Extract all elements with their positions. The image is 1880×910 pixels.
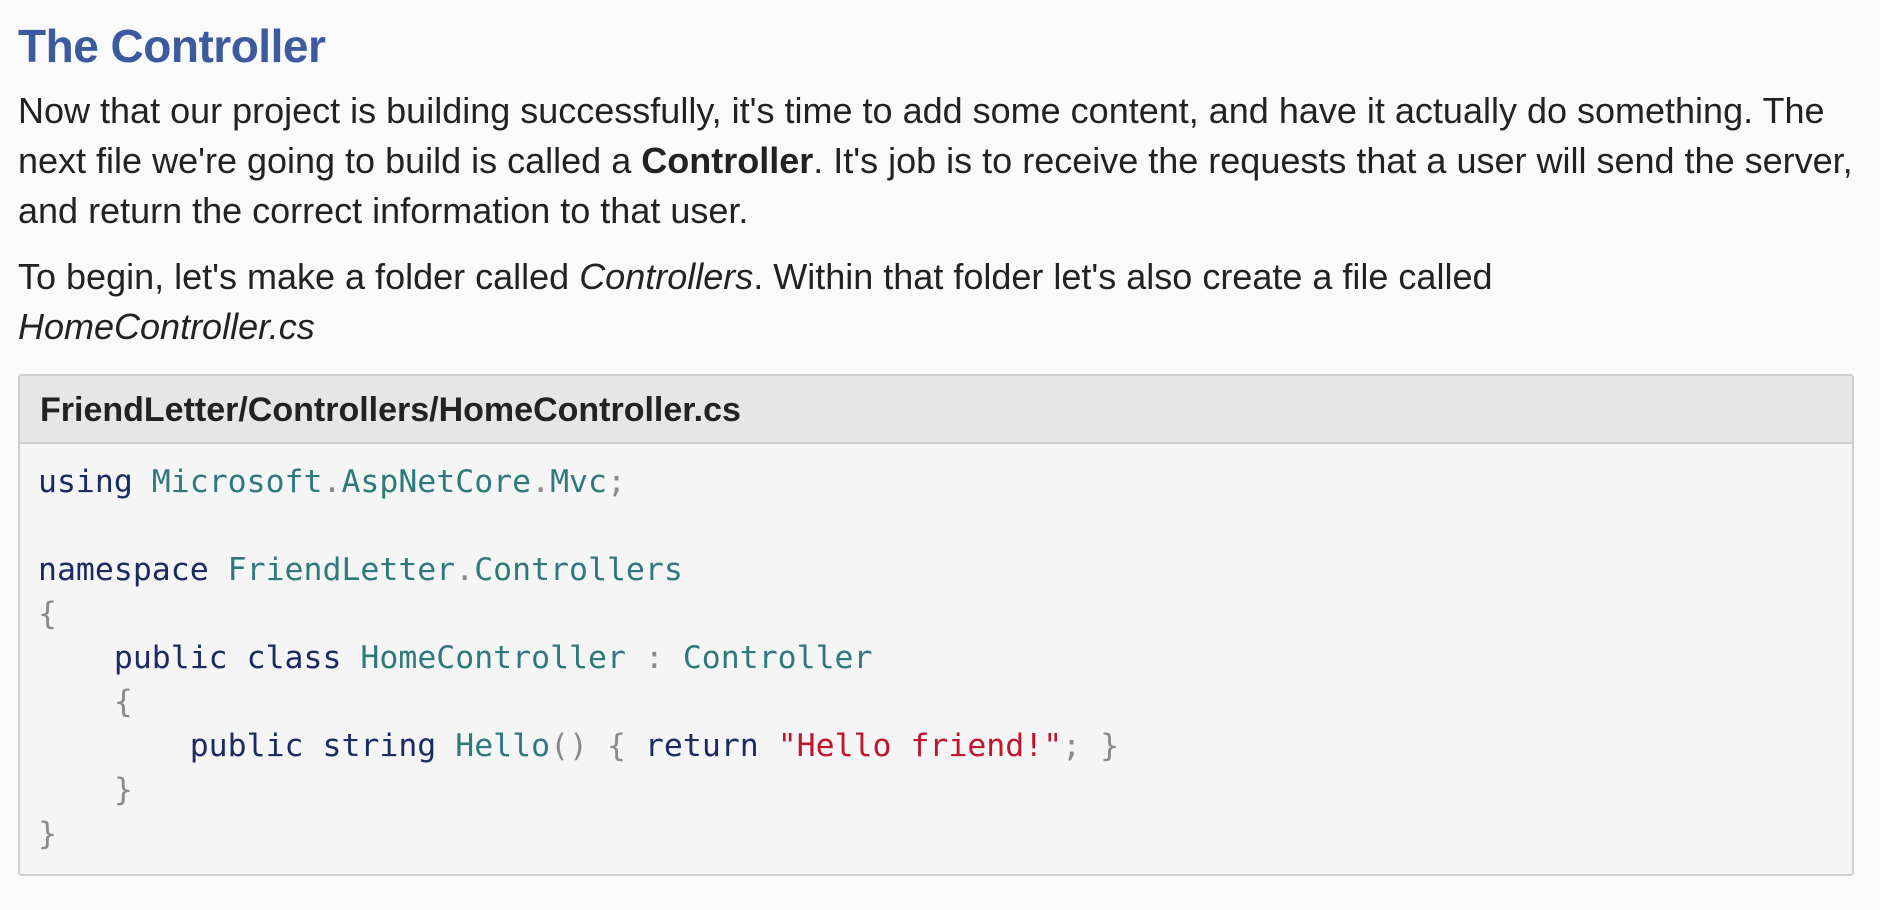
code-block[interactable]: using Microsoft.AspNetCore.Mvc; namespac… bbox=[20, 444, 1852, 856]
code-file-path: FriendLetter/Controllers/HomeController.… bbox=[20, 376, 1852, 444]
code-token: class bbox=[246, 640, 342, 676]
section-title: The Controller bbox=[18, 20, 326, 72]
controller-term: Controller bbox=[641, 140, 814, 181]
code-token: "Hello friend!" bbox=[777, 728, 1063, 764]
code-token: using bbox=[38, 464, 133, 500]
file-name: HomeController.cs bbox=[18, 306, 315, 347]
code-token: string bbox=[322, 728, 437, 764]
code-token: Mvc bbox=[550, 464, 607, 500]
code-card: FriendLetter/Controllers/HomeController.… bbox=[18, 374, 1854, 876]
code-token: Microsoft bbox=[151, 464, 323, 500]
code-token: public bbox=[189, 728, 304, 764]
intro-paragraph: Now that our project is building success… bbox=[18, 86, 1858, 236]
code-token: HomeController bbox=[360, 640, 626, 676]
code-token: public bbox=[113, 640, 228, 676]
instruction-text: To begin, let's make a folder called bbox=[18, 256, 580, 297]
code-token: return bbox=[644, 728, 759, 764]
code-token: Controllers bbox=[474, 552, 683, 588]
code-token: Controller bbox=[682, 640, 873, 676]
instruction-paragraph: To begin, let's make a folder called Con… bbox=[18, 252, 1858, 352]
page: The Controller Now that our project is b… bbox=[0, 0, 1880, 910]
code-token: namespace bbox=[38, 552, 209, 588]
folder-name: Controllers bbox=[579, 256, 754, 297]
code-token: Hello bbox=[455, 728, 551, 764]
code-token: FriendLetter bbox=[227, 552, 456, 588]
code-token: AspNetCore bbox=[341, 464, 532, 500]
instruction-text-mid: . Within that folder let's also create a… bbox=[753, 256, 1493, 297]
